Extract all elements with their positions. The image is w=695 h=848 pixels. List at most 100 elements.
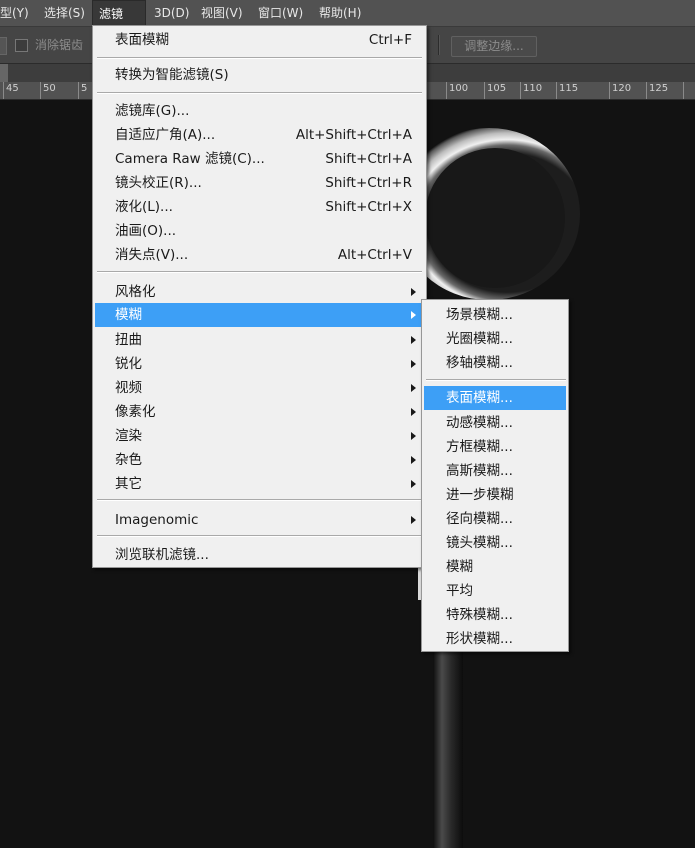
menu-item-camera-raw[interactable]: Camera Raw 滤镜(C)... Shift+Ctrl+A — [95, 147, 424, 171]
menu-item-label: 场景模糊... — [446, 307, 513, 323]
menu-item-shortcut: Shift+Ctrl+X — [325, 199, 412, 215]
submenu-item-box-blur[interactable]: 方框模糊... — [424, 435, 566, 459]
ruler-tick — [3, 82, 4, 99]
menu-item-shortcut: Shift+Ctrl+R — [325, 175, 412, 191]
menu-item-shortcut: Alt+Shift+Ctrl+A — [295, 127, 412, 143]
menu-separator — [97, 92, 422, 94]
menu-item-label: 自适应广角(A)... — [115, 127, 216, 143]
submenu-item-tilt-shift[interactable]: 移轴模糊... — [424, 351, 566, 375]
ring-interior — [425, 148, 565, 288]
document-tab[interactable] — [0, 64, 8, 82]
menu-item-label: 滤镜库(G)... — [115, 103, 190, 119]
stem-object-image — [433, 650, 463, 848]
ruler-tick — [446, 82, 447, 99]
submenu-arrow-icon — [411, 432, 416, 440]
menu-item-blur[interactable]: 模糊 — [95, 303, 424, 327]
menu-separator — [97, 499, 422, 501]
submenu-arrow-icon — [411, 408, 416, 416]
menu-item-shortcut: Ctrl+F — [368, 32, 412, 48]
menu-separator — [97, 57, 422, 59]
menu-help[interactable]: 帮助(H) — [313, 0, 367, 26]
submenu-item-shape-blur[interactable]: 形状模糊... — [424, 627, 566, 651]
menu-item-pixelate[interactable]: 像素化 — [95, 400, 424, 424]
ruler-label: 120 — [612, 83, 632, 94]
menu-item-label: 表面模糊 — [115, 32, 169, 48]
menu-item-label: 高斯模糊... — [446, 463, 513, 479]
menu-item-last-filter[interactable]: 表面模糊 Ctrl+F — [95, 28, 424, 52]
tool-option-box[interactable] — [0, 37, 7, 55]
refine-edge-button[interactable]: 调整边缘... — [451, 36, 537, 57]
menu-item-label: 锐化 — [115, 356, 142, 372]
menu-view[interactable]: 视图(V) — [195, 0, 249, 26]
submenu-item-blur-more[interactable]: 进一步模糊 — [424, 483, 566, 507]
menu-item-browse-online-filters[interactable]: 浏览联机滤镜... — [95, 543, 424, 567]
menu-item-label: 风格化 — [115, 284, 156, 300]
submenu-arrow-icon — [411, 360, 416, 368]
menu-item-distort[interactable]: 扭曲 — [95, 328, 424, 352]
menu-item-label: Imagenomic — [115, 512, 199, 528]
submenu-item-average[interactable]: 平均 — [424, 579, 566, 603]
submenu-arrow-icon — [411, 480, 416, 488]
menu-item-label: 转换为智能滤镜(S) — [115, 67, 229, 83]
menu-item-label: 模糊 — [446, 559, 473, 575]
ruler-tick — [78, 82, 79, 99]
menu-item-imagenomic[interactable]: Imagenomic — [95, 508, 424, 532]
menu-item-stylize[interactable]: 风格化 — [95, 280, 424, 304]
menu-item-render[interactable]: 渲染 — [95, 424, 424, 448]
menu-item-adaptive-wide-angle[interactable]: 自适应广角(A)... Alt+Shift+Ctrl+A — [95, 123, 424, 147]
ruler-label: 110 — [523, 83, 543, 94]
menu-item-label: 消失点(V)... — [115, 247, 189, 263]
submenu-item-radial-blur[interactable]: 径向模糊... — [424, 507, 566, 531]
menu-type[interactable]: 型(Y) — [0, 0, 35, 26]
menu-item-label: 径向模糊... — [446, 511, 513, 527]
menu-item-label: 平均 — [446, 583, 473, 599]
submenu-item-smart-blur[interactable]: 特殊模糊... — [424, 603, 566, 627]
menu-item-filter-gallery[interactable]: 滤镜库(G)... — [95, 99, 424, 123]
submenu-item-motion-blur[interactable]: 动感模糊... — [424, 411, 566, 435]
menu-item-sharpen[interactable]: 锐化 — [95, 352, 424, 376]
menu-item-liquify[interactable]: 液化(L)... Shift+Ctrl+X — [95, 195, 424, 219]
ruler-tick — [484, 82, 485, 99]
menu-item-noise[interactable]: 杂色 — [95, 448, 424, 472]
menu-item-video[interactable]: 视频 — [95, 376, 424, 400]
menu-item-label: 表面模糊... — [446, 390, 513, 406]
submenu-arrow-icon — [411, 288, 416, 296]
ruler-tick — [683, 82, 684, 99]
menu-item-label: 进一步模糊 — [446, 487, 514, 503]
menu-filter[interactable]: 滤镜(T) — [92, 0, 146, 47]
antialias-checkbox[interactable] — [15, 39, 28, 52]
submenu-item-field-blur[interactable]: 场景模糊... — [424, 303, 566, 327]
menu-separator — [97, 535, 422, 537]
submenu-item-surface-blur[interactable]: 表面模糊... — [424, 386, 566, 410]
menu-item-label: 渲染 — [115, 428, 142, 444]
menu-item-label: 像素化 — [115, 404, 156, 420]
menu-item-label: 镜头校正(R)... — [115, 175, 202, 191]
ruler-tick — [556, 82, 557, 99]
submenu-item-blur[interactable]: 模糊 — [424, 555, 566, 579]
menu-item-convert-smart-filter[interactable]: 转换为智能滤镜(S) — [95, 63, 424, 87]
ruler-label: 105 — [487, 83, 507, 94]
submenu-item-iris-blur[interactable]: 光圈模糊... — [424, 327, 566, 351]
menu-item-label: 移轴模糊... — [446, 355, 513, 371]
menu-item-label: 浏览联机滤镜... — [115, 547, 209, 563]
menu-item-lens-correction[interactable]: 镜头校正(R)... Shift+Ctrl+R — [95, 171, 424, 195]
submenu-arrow-icon — [411, 456, 416, 464]
menu-item-label: Camera Raw 滤镜(C)... — [115, 151, 265, 167]
submenu-item-gaussian-blur[interactable]: 高斯模糊... — [424, 459, 566, 483]
menu-item-label: 油画(O)... — [115, 223, 177, 239]
submenu-arrow-icon — [411, 336, 416, 344]
blur-submenu: 场景模糊... 光圈模糊... 移轴模糊... 表面模糊... 动感模糊... … — [421, 299, 569, 652]
menu-item-other[interactable]: 其它 — [95, 472, 424, 496]
menu-item-oil-paint[interactable]: 油画(O)... — [95, 219, 424, 243]
menu-3d[interactable]: 3D(D) — [148, 0, 195, 26]
ruler-tick — [609, 82, 610, 99]
menu-select[interactable]: 选择(S) — [38, 0, 91, 26]
menu-window[interactable]: 窗口(W) — [252, 0, 309, 26]
submenu-item-lens-blur[interactable]: 镜头模糊... — [424, 531, 566, 555]
menu-item-label: 形状模糊... — [446, 631, 513, 647]
options-divider — [438, 35, 440, 55]
menu-item-label: 特殊模糊... — [446, 607, 513, 623]
menu-item-label: 光圈模糊... — [446, 331, 513, 347]
ruler-tick — [520, 82, 521, 99]
menu-item-vanishing-point[interactable]: 消失点(V)... Alt+Ctrl+V — [95, 243, 424, 267]
